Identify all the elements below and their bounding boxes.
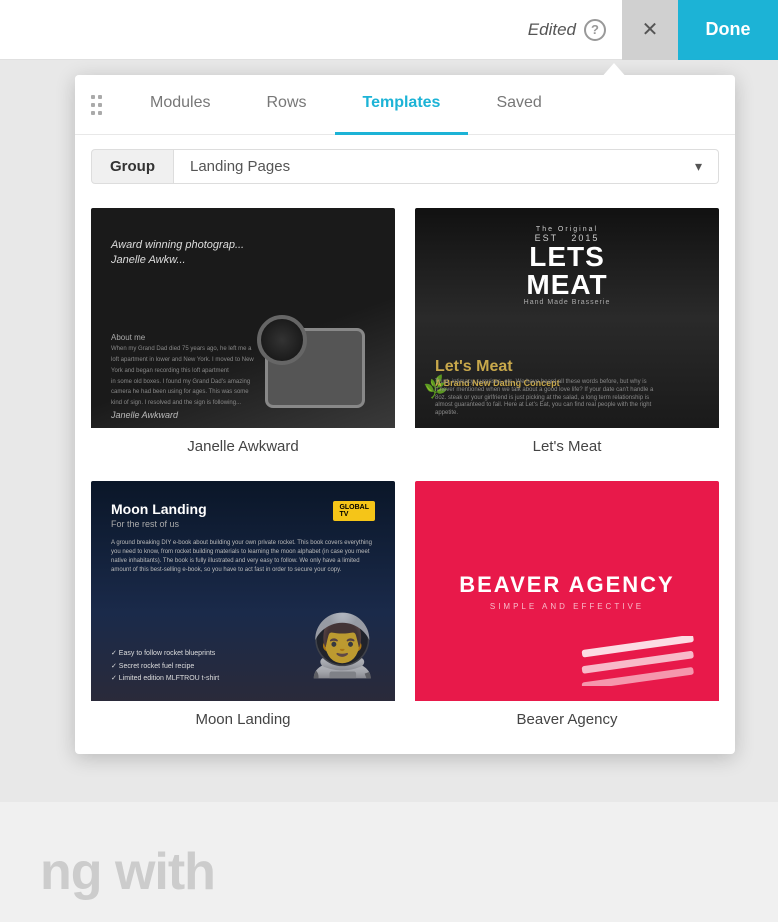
panel-nav: Modules Rows Templates Saved — [75, 75, 735, 135]
close-button[interactable]: ✕ — [622, 0, 678, 60]
tab-modules[interactable]: Modules — [122, 75, 238, 135]
janelle-award-text: Award winning photograp...Janelle Awkw..… — [111, 238, 244, 269]
template-card-moon-landing[interactable]: Moon Landing For the rest of us A ground… — [91, 481, 395, 734]
filter-landing-pages-button[interactable]: Landing Pages ▾ — [174, 149, 719, 184]
template-thumb-beaver: BEAVER AGENCY SIMPLE AND EFFECTIVE — [415, 481, 719, 701]
template-name-moonlanding: Moon Landing — [91, 701, 395, 734]
filter-landing-label: Landing Pages — [190, 158, 290, 175]
janelle-camera — [265, 328, 365, 408]
janelle-lens — [257, 315, 307, 365]
panel-container: Modules Rows Templates Saved Group Landi… — [75, 75, 735, 754]
moonlanding-title: Moon Landing — [111, 501, 207, 517]
drag-dot — [98, 95, 102, 99]
janelle-signature: Janelle Awkward — [111, 410, 178, 420]
top-bar: Edited ? ✕ Done — [0, 0, 778, 60]
drag-dot — [91, 103, 95, 107]
drag-dot — [91, 95, 95, 99]
tab-templates[interactable]: Templates — [335, 75, 469, 135]
tab-rows[interactable]: Rows — [238, 75, 334, 135]
dropdown-arrow-icon: ▾ — [695, 158, 702, 175]
background-page: ng with — [0, 802, 778, 922]
drag-dot — [98, 103, 102, 107]
letsmeat-brand: LETS MEAT — [491, 243, 643, 299]
nav-tabs: Modules Rows Templates Saved — [122, 75, 719, 135]
filter-group-button[interactable]: Group — [91, 149, 174, 184]
moonlanding-astronaut: 👨‍🚀 — [305, 610, 380, 681]
done-button[interactable]: Done — [678, 0, 778, 60]
template-card-lets-meat[interactable]: The Original EST 2015 LETS MEAT Hand Mad… — [415, 208, 719, 461]
templates-grid: Award winning photograp...Janelle Awkw..… — [75, 198, 735, 754]
letsmeat-small: Trust, intimacy, surprises, etc. We have… — [435, 379, 653, 418]
moonlanding-sub: For the rest of us — [111, 519, 179, 529]
janelle-about: About meWhen my Grand Dad died 75 years … — [111, 333, 254, 408]
moonlanding-body: A ground breaking DIY e-book about build… — [111, 539, 375, 575]
letsmeat-sub: Hand Made Brasserie — [491, 299, 643, 306]
template-name-letsmeat: Let's Meat — [415, 428, 719, 461]
moonlanding-checklist: ✓ Easy to follow rocket blueprints ✓ Sec… — [111, 648, 219, 686]
moonlanding-tv-badge: GLOBALTV — [333, 501, 375, 521]
drag-dot — [98, 111, 102, 115]
template-thumb-letsmeat: The Original EST 2015 LETS MEAT Hand Mad… — [415, 208, 719, 428]
template-card-janelle-awkward[interactable]: Award winning photograp...Janelle Awkw..… — [91, 208, 395, 461]
template-thumb-janelle: Award winning photograp...Janelle Awkw..… — [91, 208, 395, 428]
letsmeat-est: The Original — [491, 226, 643, 233]
help-icon[interactable]: ? — [584, 19, 606, 41]
template-card-beaver-agency[interactable]: BEAVER AGENCY SIMPLE AND EFFECTIVE Beave… — [415, 481, 719, 734]
edited-label: Edited — [528, 20, 576, 40]
beaver-sub: SIMPLE AND EFFECTIVE — [490, 602, 644, 611]
drag-handle[interactable] — [91, 95, 102, 115]
edited-area: Edited ? — [528, 19, 622, 41]
bg-text: ng with — [40, 842, 215, 902]
filter-row: Group Landing Pages ▾ — [75, 135, 735, 198]
drag-dot — [91, 111, 95, 115]
template-thumb-moonlanding: Moon Landing For the rest of us A ground… — [91, 481, 395, 701]
tab-saved[interactable]: Saved — [468, 75, 569, 135]
beaver-title: BEAVER AGENCY — [459, 572, 674, 598]
template-name-janelle: Janelle Awkward — [91, 428, 395, 461]
template-name-beaver: Beaver Agency — [415, 701, 719, 734]
top-bar-right: Edited ? ✕ Done — [528, 0, 778, 60]
panel-arrow — [600, 63, 628, 79]
letsmeat-logo: The Original EST 2015 LETS MEAT Hand Mad… — [491, 226, 643, 306]
beaver-pencils — [579, 636, 709, 686]
